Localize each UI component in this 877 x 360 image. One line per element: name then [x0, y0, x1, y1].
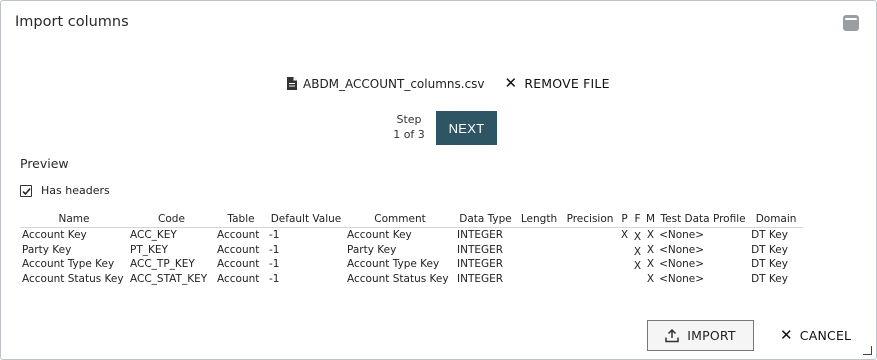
column-header-code: Code	[128, 211, 215, 228]
minimize-icon[interactable]	[843, 15, 859, 31]
remove-file-button[interactable]: ✕ REMOVE FILE	[504, 74, 610, 92]
cell-table: Account	[217, 272, 260, 285]
cell-f: X	[633, 231, 642, 243]
dialog-title: Import columns	[15, 14, 129, 30]
cell-domain: DT Key	[751, 229, 788, 241]
table-row: Account Key ACC_KEY Account -1 Account K…	[20, 228, 803, 243]
cancel-label: CANCEL	[799, 328, 852, 343]
cell-default-value: -1	[269, 258, 280, 270]
preview-heading: Preview	[20, 156, 69, 171]
remove-file-label: REMOVE FILE	[524, 76, 610, 91]
import-label: IMPORT	[687, 328, 736, 343]
column-header-comment: Comment	[345, 211, 455, 228]
step-label: Step	[396, 113, 422, 126]
cell-length	[516, 243, 562, 258]
cell-domain: DT Key	[751, 272, 788, 285]
cell-data-type: INTEGER	[457, 272, 504, 285]
cell-code: ACC_STAT_KEY	[130, 272, 208, 285]
cell-code: ACC_TP_KEY	[130, 258, 195, 270]
column-header-test-data-profile: Test Data Profile	[657, 211, 750, 228]
cell-test-data-profile: <None>	[659, 272, 705, 285]
close-icon: ✕	[504, 74, 518, 92]
preview-table: Name Code Table Default Value Comment Da…	[20, 211, 804, 287]
has-headers-checkbox[interactable]	[20, 184, 32, 197]
cell-comment: Account Status Key	[347, 272, 449, 285]
cell-code: PT_KEY	[130, 243, 168, 256]
column-header-m: M	[644, 211, 658, 228]
cell-m: X	[646, 243, 655, 256]
close-icon: ✕	[780, 326, 793, 344]
cell-default-value: -1	[269, 272, 280, 285]
cell-data-type: INTEGER	[457, 243, 504, 256]
cell-default-value: -1	[269, 229, 280, 241]
step-indicator: Step 1 of 3	[391, 112, 427, 142]
cell-m: X	[646, 272, 655, 285]
cell-comment: Account Key	[347, 229, 412, 241]
column-header-f: F	[631, 211, 644, 228]
cell-table: Account	[217, 243, 260, 256]
cell-test-data-profile: <None>	[659, 243, 705, 256]
file-icon	[287, 77, 297, 90]
step-progress: 1 of 3	[393, 128, 425, 141]
column-header-length: Length	[516, 211, 562, 228]
cancel-button[interactable]: ✕ CANCEL	[780, 326, 852, 344]
cell-table: Account	[217, 258, 260, 270]
cell-test-data-profile: <None>	[659, 258, 705, 270]
cell-name: Account Status Key	[22, 272, 124, 285]
cell-domain: DT Key	[751, 258, 788, 270]
cell-p	[618, 243, 631, 258]
has-headers-option[interactable]: Has headers	[20, 184, 110, 197]
cell-domain: DT Key	[751, 243, 788, 256]
cell-f: X	[633, 260, 642, 272]
next-button[interactable]: NEXT	[436, 111, 497, 145]
column-header-default-value: Default Value	[267, 211, 345, 228]
cell-default-value: -1	[269, 243, 280, 256]
cell-name: Party Key	[22, 243, 72, 256]
cell-p	[618, 272, 631, 287]
column-header-p: P	[618, 211, 631, 228]
cell-comment: Party Key	[347, 243, 397, 256]
cell-precision	[562, 257, 618, 272]
cell-p	[618, 257, 631, 272]
cell-f: X	[633, 245, 642, 258]
cell-length	[516, 257, 562, 272]
cell-name: Account Key	[22, 229, 87, 241]
cell-p: X	[620, 229, 629, 241]
cell-m: X	[646, 258, 655, 270]
cell-data-type: INTEGER	[457, 229, 504, 241]
cell-m: X	[646, 229, 655, 241]
cell-comment: Account Type Key	[347, 258, 440, 270]
cell-code: ACC_KEY	[130, 229, 177, 241]
table-row: Account Status Key ACC_STAT_KEY Account …	[20, 272, 803, 287]
cell-precision	[562, 228, 618, 243]
table-row: Party Key PT_KEY Account -1 Party Key IN…	[20, 243, 803, 258]
column-header-precision: Precision	[562, 211, 618, 228]
cell-precision	[562, 243, 618, 258]
table-row: Account Type Key ACC_TP_KEY Account -1 A…	[20, 257, 803, 272]
table-header-row: Name Code Table Default Value Comment Da…	[20, 211, 804, 228]
selected-file-row: ABDM_ACCOUNT_columns.csv ✕ REMOVE FILE	[287, 76, 610, 91]
cell-table: Account	[217, 229, 260, 241]
import-columns-dialog: Import columns ABDM_ACCOUNT_columns.csv …	[0, 0, 877, 360]
file-name: ABDM_ACCOUNT_columns.csv	[303, 76, 485, 91]
cell-precision	[562, 272, 618, 287]
cell-name: Account Type Key	[22, 258, 115, 270]
cell-length	[516, 228, 562, 243]
has-headers-label: Has headers	[41, 184, 110, 197]
column-header-name: Name	[20, 211, 128, 228]
cell-test-data-profile: <None>	[659, 229, 705, 241]
cell-length	[516, 272, 562, 287]
checkmark-icon	[22, 187, 31, 195]
column-header-table: Table	[215, 211, 267, 228]
upload-icon	[665, 328, 680, 342]
resize-handle-icon[interactable]	[863, 346, 872, 355]
import-button[interactable]: IMPORT	[647, 320, 754, 351]
column-header-data-type: Data Type	[455, 211, 516, 228]
cell-data-type: INTEGER	[457, 258, 504, 270]
column-header-domain: Domain	[749, 211, 804, 228]
